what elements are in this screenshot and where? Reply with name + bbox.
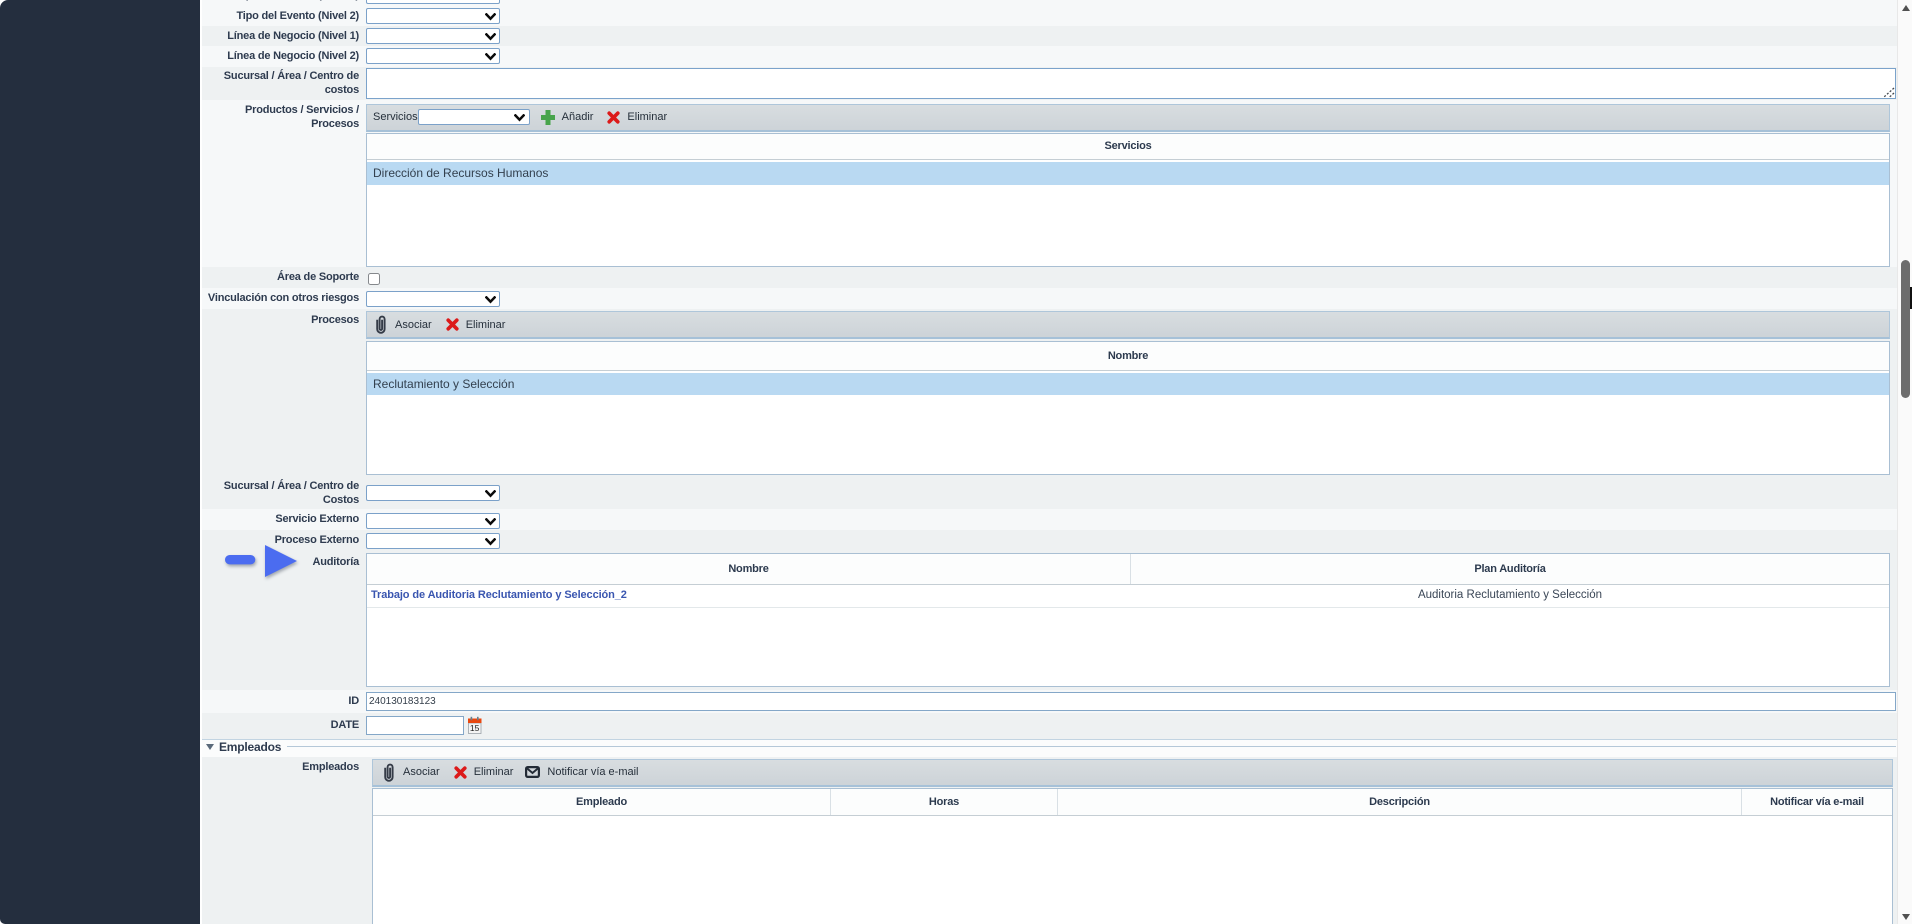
svg-text:15: 15 — [470, 723, 480, 733]
